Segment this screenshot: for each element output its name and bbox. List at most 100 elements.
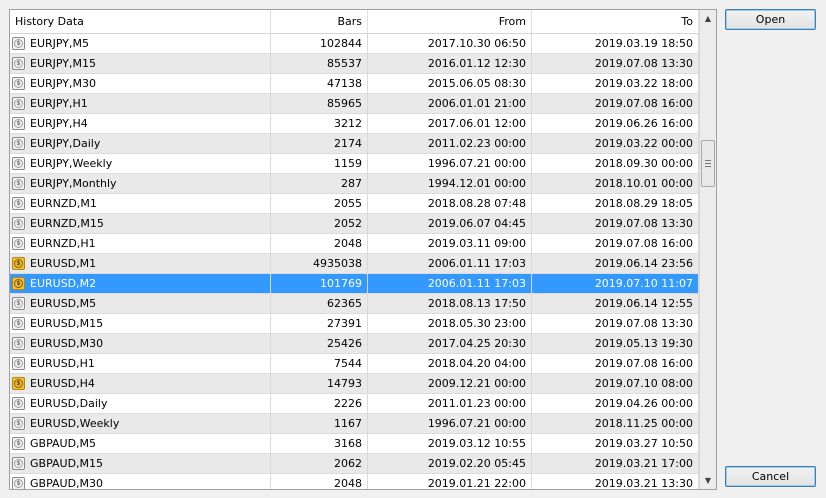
- cell-from: 2015.06.05 08:30: [368, 74, 532, 93]
- table-row[interactable]: $ GBPAUD,M5 3168 2019.03.12 10:55 2019.03.27…: [10, 434, 699, 454]
- cell-bars: 1159: [271, 154, 368, 173]
- table-row[interactable]: $ EURUSD,Daily 2226 2011.01.23 00:00 2019.04…: [10, 394, 699, 414]
- table-row[interactable]: $ EURUSD,M30 25426 2017.04.25 20:30 2019.05.…: [10, 334, 699, 354]
- table-row[interactable]: $ EURUSD,M5 62365 2018.08.13 17:50 2019.06.1…: [10, 294, 699, 314]
- cell-symbol: $ GBPAUD,M30: [10, 474, 271, 489]
- cell-to: 2019.07.08 16:00: [532, 234, 699, 253]
- cell-symbol: $ EURUSD,M15: [10, 314, 271, 333]
- coin-gold-icon: $: [12, 277, 25, 290]
- cell-symbol: $ EURUSD,M30: [10, 334, 271, 353]
- cell-from: 2006.01.11 17:03: [368, 274, 532, 293]
- cell-bars: 2048: [271, 234, 368, 253]
- symbol-label: EURNZD,M1: [30, 197, 97, 210]
- vertical-scrollbar[interactable]: ▲ ▼: [699, 10, 716, 489]
- table-row[interactable]: $ GBPAUD,M30 2048 2019.01.21 22:00 2019.03.2…: [10, 474, 699, 489]
- column-header-history-data[interactable]: History Data: [10, 10, 271, 33]
- coin-icon: $: [12, 237, 25, 250]
- coin-icon: $: [12, 217, 25, 230]
- cell-bars: 2048: [271, 474, 368, 489]
- cell-to: 2019.07.08 13:30: [532, 214, 699, 233]
- table-row[interactable]: $ EURUSD,M15 27391 2018.05.30 23:00 2019.07.…: [10, 314, 699, 334]
- cell-to: 2018.11.25 00:00: [532, 414, 699, 433]
- table-row[interactable]: $ EURUSD,H1 7544 2018.04.20 04:00 2019.07.08…: [10, 354, 699, 374]
- table-row[interactable]: $ EURNZD,M15 2052 2019.06.07 04:45 2019.07.0…: [10, 214, 699, 234]
- table-row[interactable]: $ EURJPY,Daily 2174 2011.02.23 00:00 2019.03…: [10, 134, 699, 154]
- table-row[interactable]: $ EURUSD,Weekly 1167 1996.07.21 00:00 2018.1…: [10, 414, 699, 434]
- cell-to: 2018.08.29 18:05: [532, 194, 699, 213]
- table-row[interactable]: $ EURUSD,M2 101769 2006.01.11 17:03 2019.07.…: [10, 274, 699, 294]
- coin-gold-icon: $: [12, 257, 25, 270]
- table-row[interactable]: $ EURJPY,Weekly 1159 1996.07.21 00:00 2018.0…: [10, 154, 699, 174]
- cell-bars: 25426: [271, 334, 368, 353]
- cell-bars: 62365: [271, 294, 368, 313]
- cell-from: 2011.02.23 00:00: [368, 134, 532, 153]
- cell-bars: 287: [271, 174, 368, 193]
- scroll-down-arrow-icon[interactable]: ▼: [700, 472, 716, 489]
- table-row[interactable]: $ EURNZD,M1 2055 2018.08.28 07:48 2018.08.29…: [10, 194, 699, 214]
- cell-bars: 4935038: [271, 254, 368, 273]
- table-row[interactable]: $ EURJPY,Monthly 287 1994.12.01 00:00 2018.1…: [10, 174, 699, 194]
- cell-to: 2019.06.14 23:56: [532, 254, 699, 273]
- cell-from: 1994.12.01 00:00: [368, 174, 532, 193]
- open-button[interactable]: Open: [725, 9, 816, 30]
- cell-bars: 101769: [271, 274, 368, 293]
- table-body: $ EURJPY,M5 102844 2017.10.30 06:50 2019.03.…: [10, 34, 699, 489]
- cell-symbol: $ GBPAUD,M5: [10, 434, 271, 453]
- table-row[interactable]: $ EURNZD,H1 2048 2019.03.11 09:00 2019.07.08…: [10, 234, 699, 254]
- cell-symbol: $ EURJPY,H1: [10, 94, 271, 113]
- cell-symbol: $ EURUSD,M5: [10, 294, 271, 313]
- cell-from: 2019.01.21 22:00: [368, 474, 532, 489]
- symbol-label: EURJPY,H1: [30, 97, 88, 110]
- cell-from: 2017.06.01 12:00: [368, 114, 532, 133]
- cell-bars: 47138: [271, 74, 368, 93]
- cell-from: 2006.01.01 21:00: [368, 94, 532, 113]
- cancel-button[interactable]: Cancel: [725, 466, 816, 487]
- cell-bars: 27391: [271, 314, 368, 333]
- cell-to: 2019.03.22 18:00: [532, 74, 699, 93]
- cell-from: 2016.01.12 12:30: [368, 54, 532, 73]
- symbol-label: EURNZD,H1: [30, 237, 96, 250]
- table-row[interactable]: $ EURJPY,H1 85965 2006.01.01 21:00 2019.07.0…: [10, 94, 699, 114]
- cell-from: 1996.07.21 00:00: [368, 414, 532, 433]
- coin-icon: $: [12, 177, 25, 190]
- scroll-up-arrow-icon[interactable]: ▲: [700, 10, 716, 27]
- cell-bars: 85537: [271, 54, 368, 73]
- symbol-label: EURUSD,Weekly: [30, 417, 120, 430]
- cell-to: 2018.10.01 00:00: [532, 174, 699, 193]
- cell-bars: 1167: [271, 414, 368, 433]
- table-row[interactable]: $ GBPAUD,M15 2062 2019.02.20 05:45 2019.03.2…: [10, 454, 699, 474]
- column-header-from[interactable]: From: [368, 10, 532, 33]
- cell-to: 2019.07.08 16:00: [532, 94, 699, 113]
- table-row[interactable]: $ EURJPY,H4 3212 2017.06.01 12:00 2019.06.26…: [10, 114, 699, 134]
- cell-from: 2011.01.23 00:00: [368, 394, 532, 413]
- symbol-label: EURJPY,Weekly: [30, 157, 113, 170]
- table-header: History Data Bars From To: [10, 10, 699, 34]
- table-row[interactable]: $ EURUSD,M1 4935038 2006.01.11 17:03 2019.06…: [10, 254, 699, 274]
- table-row[interactable]: $ EURJPY,M15 85537 2016.01.12 12:30 2019.07.…: [10, 54, 699, 74]
- table-row[interactable]: $ EURJPY,M30 47138 2015.06.05 08:30 2019.03.…: [10, 74, 699, 94]
- coin-icon: $: [12, 117, 25, 130]
- cell-symbol: $ EURUSD,H1: [10, 354, 271, 373]
- cell-to: 2019.03.22 00:00: [532, 134, 699, 153]
- cell-to: 2019.04.26 00:00: [532, 394, 699, 413]
- cell-symbol: $ EURNZD,H1: [10, 234, 271, 253]
- history-data-table: History Data Bars From To $ EURJPY,M5 1028…: [9, 9, 717, 490]
- cell-from: 2019.02.20 05:45: [368, 454, 532, 473]
- coin-icon: $: [12, 157, 25, 170]
- scrollbar-thumb[interactable]: [701, 140, 715, 187]
- cell-to: 2019.07.08 16:00: [532, 354, 699, 373]
- coin-icon: $: [12, 197, 25, 210]
- symbol-label: EURUSD,Daily: [30, 397, 108, 410]
- cell-to: 2019.07.08 13:30: [532, 314, 699, 333]
- cell-from: 1996.07.21 00:00: [368, 154, 532, 173]
- column-header-to[interactable]: To: [532, 10, 699, 33]
- cell-from: 2018.05.30 23:00: [368, 314, 532, 333]
- column-header-bars[interactable]: Bars: [271, 10, 368, 33]
- cell-bars: 2174: [271, 134, 368, 153]
- cell-symbol: $ GBPAUD,M15: [10, 454, 271, 473]
- cell-from: 2019.03.11 09:00: [368, 234, 532, 253]
- cell-to: 2019.03.21 13:30: [532, 474, 699, 489]
- table-row[interactable]: $ EURUSD,H4 14793 2009.12.21 00:00 2019.07.1…: [10, 374, 699, 394]
- coin-icon: $: [12, 297, 25, 310]
- table-row[interactable]: $ EURJPY,M5 102844 2017.10.30 06:50 2019.03.…: [10, 34, 699, 54]
